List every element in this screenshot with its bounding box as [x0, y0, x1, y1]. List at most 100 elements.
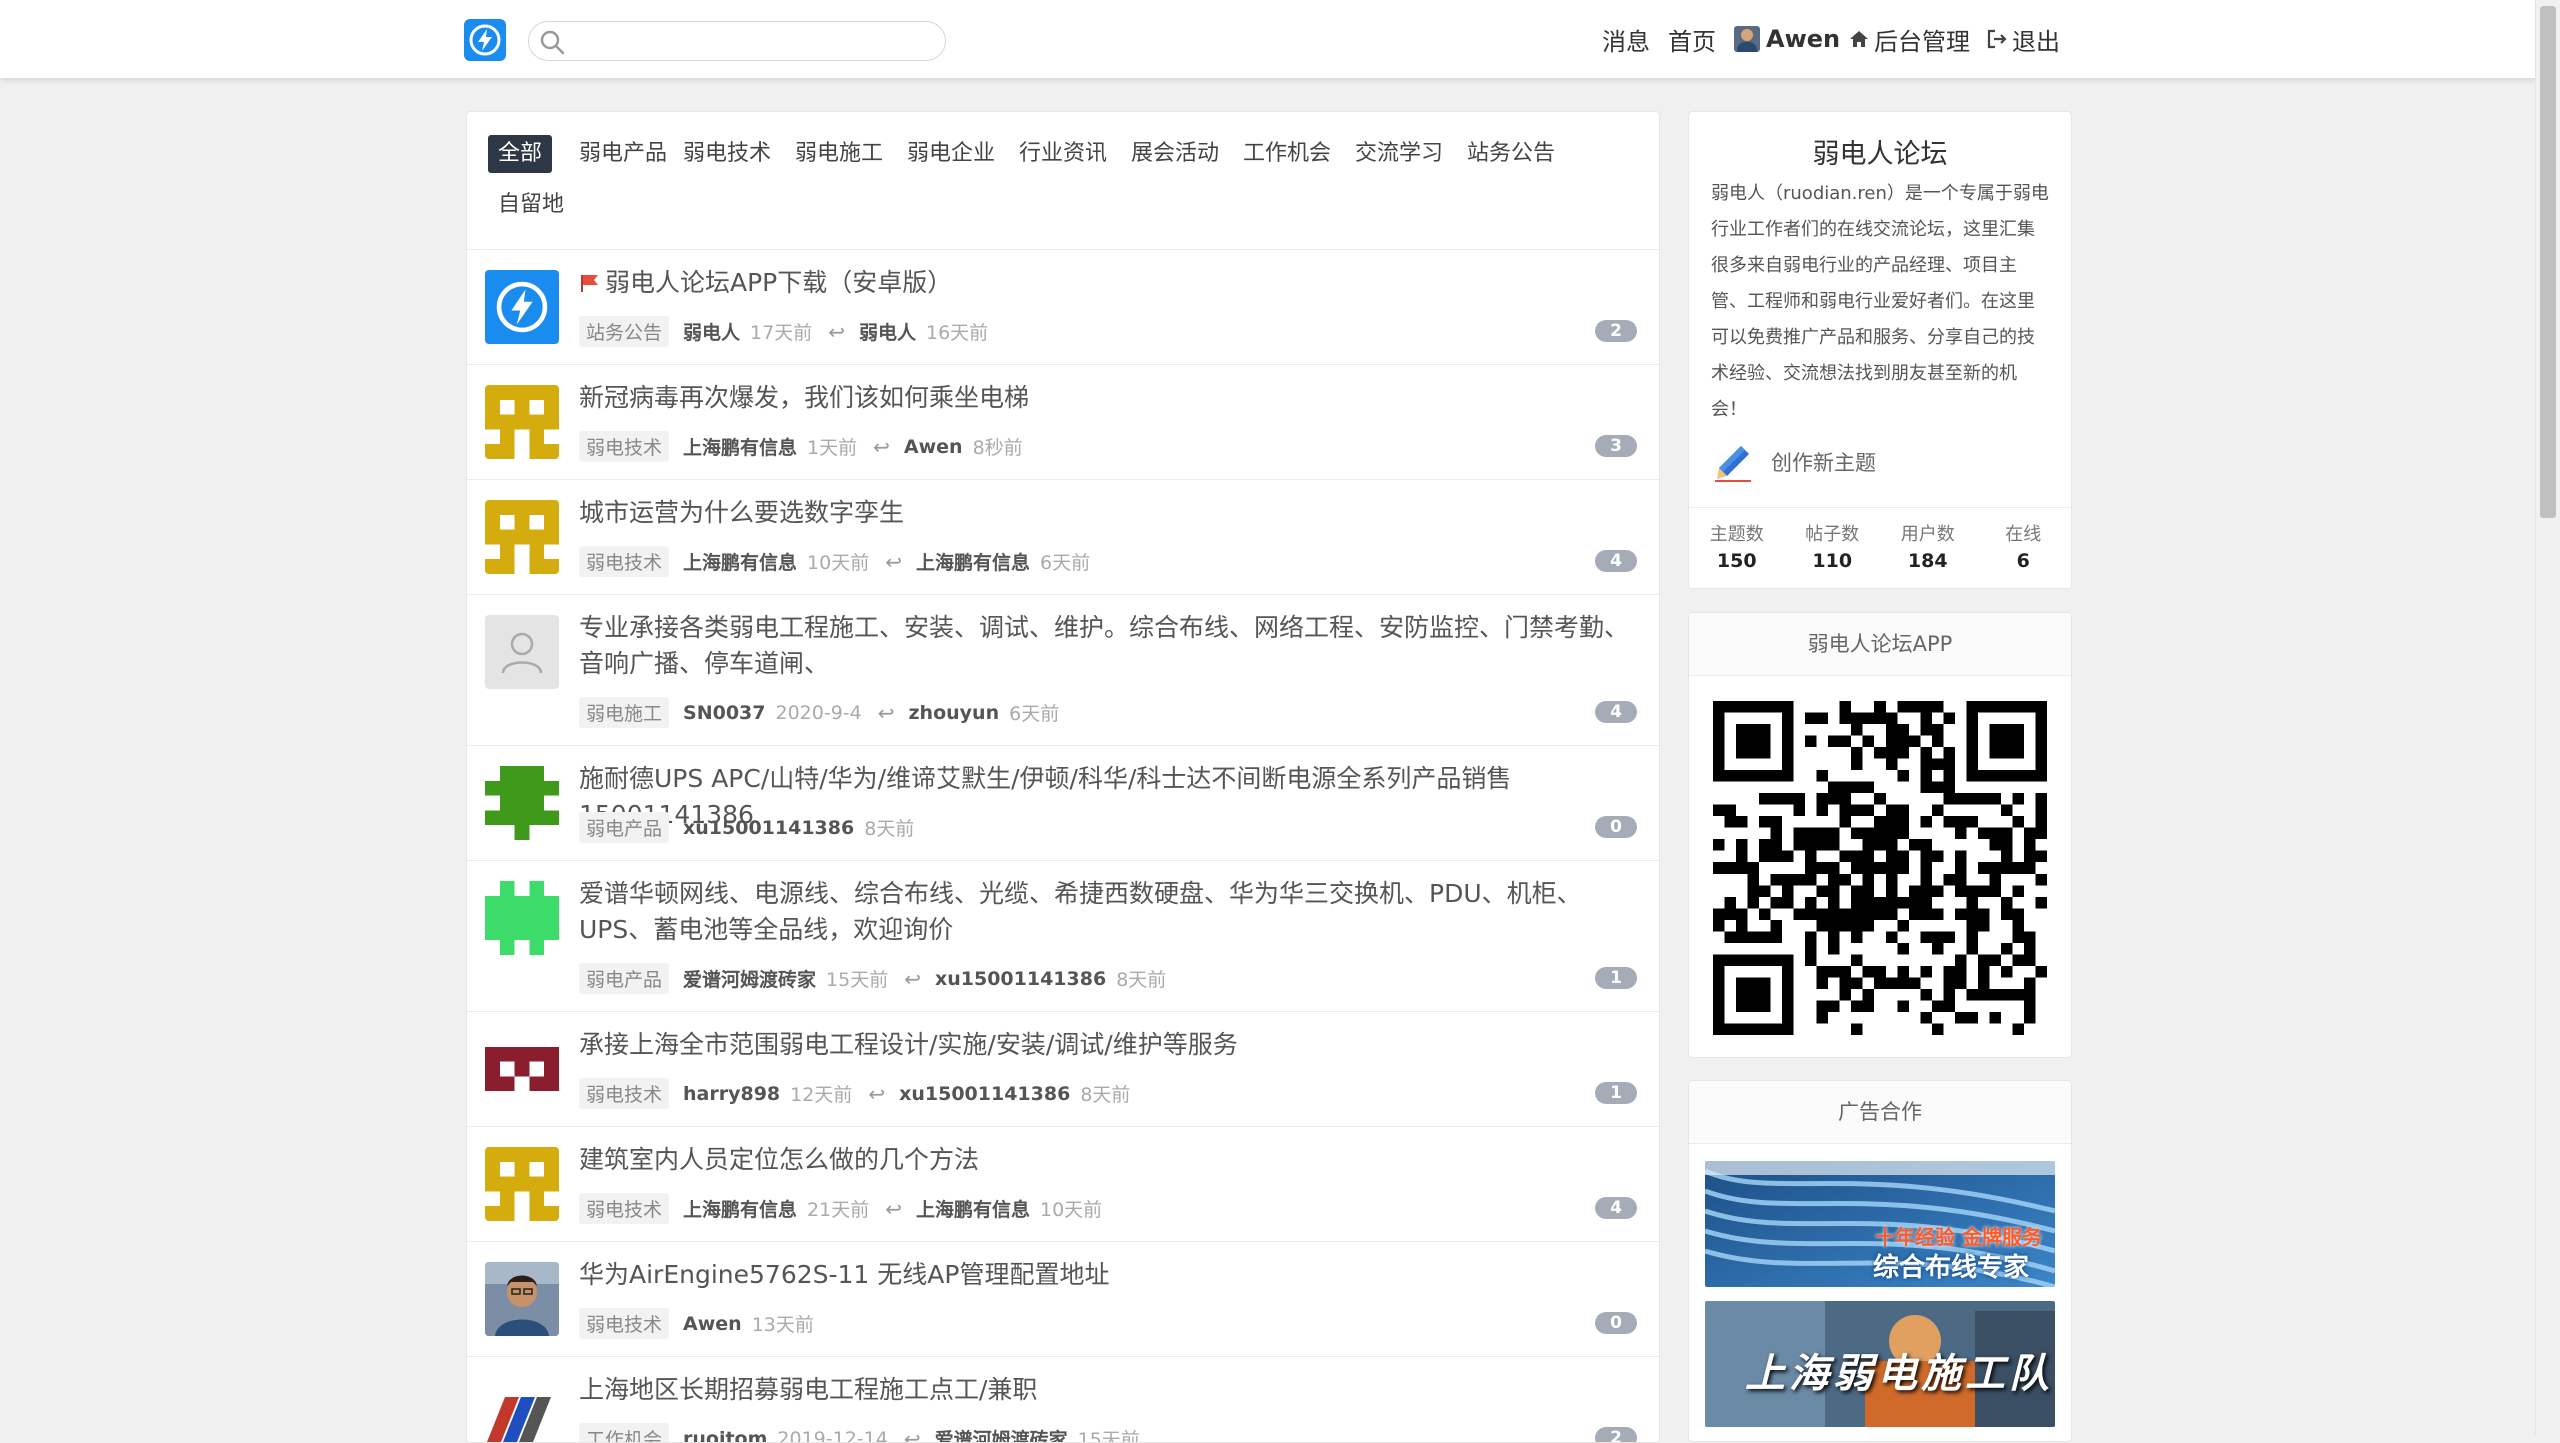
- stripes-logo-icon: [485, 1377, 559, 1443]
- topic-row[interactable]: 新冠病毒再次爆发，我们该如何乘坐电梯 弱电技术 上海鹏有信息 1天前 ↩ Awe…: [467, 365, 1659, 480]
- topic-title[interactable]: 上海地区长期招募弱电工程施工点工/兼职: [579, 1372, 1639, 1408]
- last-reply-user[interactable]: xu15001141386: [935, 968, 1106, 990]
- tab-technology[interactable]: 弱电技术: [673, 135, 781, 173]
- topic-title[interactable]: 弱电人论坛APP下载（安卓版）: [579, 265, 1639, 301]
- ad-banner-cabling[interactable]: 十年经验 金牌服务 综合布线专家: [1705, 1161, 2055, 1287]
- nav-logout[interactable]: 退出: [1986, 0, 2060, 78]
- topic-author[interactable]: 上海鹏有信息: [683, 548, 797, 575]
- topic-time: 17天前: [750, 318, 812, 345]
- topic-author[interactable]: 上海鹏有信息: [683, 1195, 797, 1222]
- topic-row[interactable]: 专业承接各类弱电工程施工、安装、调试、维护。综合布线、网络工程、安防监控、门禁考…: [467, 595, 1659, 746]
- tab-enterprise[interactable]: 弱电企业: [897, 135, 1005, 173]
- topic-author[interactable]: xu15001141386: [683, 817, 854, 839]
- tab-all[interactable]: 全部: [488, 135, 552, 173]
- topic-category-tag[interactable]: 站务公告: [579, 316, 669, 347]
- topic-avatar[interactable]: [485, 766, 559, 840]
- last-reply-user[interactable]: xu15001141386: [899, 1083, 1070, 1105]
- topic-title-text: 弱电人论坛APP下载（安卓版）: [605, 268, 952, 297]
- topic-avatar[interactable]: [485, 1262, 559, 1336]
- last-reply-user[interactable]: 上海鹏有信息: [916, 1195, 1030, 1222]
- topic-meta: 弱电技术 Awen 13天前: [579, 1308, 830, 1339]
- topic-title[interactable]: 建筑室内人员定位怎么做的几个方法: [579, 1142, 1639, 1178]
- qr-code[interactable]: [1713, 701, 2047, 1035]
- topic-row[interactable]: 施耐德UPS APC/山特/华为/维谛艾默生/伊顿/科华/科士达不间断电源全系列…: [467, 746, 1659, 861]
- reply-count-badge: 1: [1595, 967, 1637, 989]
- topic-title[interactable]: 新冠病毒再次爆发，我们该如何乘坐电梯: [579, 380, 1639, 416]
- topic-avatar[interactable]: [485, 1147, 559, 1221]
- search-box[interactable]: [528, 21, 946, 61]
- nav-user[interactable]: Awen: [1734, 0, 1840, 78]
- identicon-icon: [485, 1032, 559, 1106]
- topic-row[interactable]: 华为AirEngine5762S-11 无线AP管理配置地址 弱电技术 Awen…: [467, 1242, 1659, 1357]
- topic-title[interactable]: 承接上海全市范围弱电工程设计/实施/安装/调试/维护等服务: [579, 1027, 1639, 1063]
- topic-category-tag[interactable]: 弱电技术: [579, 1308, 669, 1339]
- last-reply-time: 15天前: [1078, 1425, 1140, 1443]
- topic-category-tag[interactable]: 弱电技术: [579, 1078, 669, 1109]
- nav-home[interactable]: 首页: [1668, 0, 1716, 78]
- last-reply-user[interactable]: 弱电人: [859, 318, 916, 345]
- search-input[interactable]: [573, 25, 937, 59]
- topic-category-tag[interactable]: 弱电产品: [579, 812, 669, 843]
- topic-time: 8天前: [864, 814, 914, 841]
- user-avatar: [1734, 26, 1760, 52]
- last-reply-user[interactable]: 爱谱河姆渡砖家: [935, 1425, 1068, 1443]
- topic-row[interactable]: 建筑室内人员定位怎么做的几个方法 弱电技术 上海鹏有信息 21天前 ↩ 上海鹏有…: [467, 1127, 1659, 1242]
- topic-row[interactable]: 上海地区长期招募弱电工程施工点工/兼职 工作机会 ruoitom 2019-12…: [467, 1357, 1659, 1443]
- topic-row[interactable]: 弱电人论坛APP下载（安卓版） 站务公告 弱电人 17天前 ↩ 弱电人 16天前…: [467, 250, 1659, 365]
- topic-avatar[interactable]: [485, 1377, 559, 1443]
- nav-messages[interactable]: 消息: [1602, 0, 1650, 78]
- stat-value: 184: [1880, 550, 1976, 572]
- topic-row[interactable]: 承接上海全市范围弱电工程设计/实施/安装/调试/维护等服务 弱电技术 harry…: [467, 1012, 1659, 1127]
- last-reply-user[interactable]: zhouyun: [909, 702, 1000, 724]
- last-reply-user[interactable]: Awen: [904, 436, 963, 458]
- topic-avatar[interactable]: [485, 270, 559, 344]
- scrollbar-thumb[interactable]: [2540, 6, 2556, 518]
- last-reply-user[interactable]: 上海鹏有信息: [916, 548, 1030, 575]
- topic-category-tag[interactable]: 弱电施工: [579, 697, 669, 728]
- topic-title[interactable]: 城市运营为什么要选数字孪生: [579, 495, 1639, 531]
- new-topic-label: 创作新主题: [1771, 447, 1876, 477]
- topic-author[interactable]: Awen: [683, 1313, 742, 1335]
- topic-avatar[interactable]: [485, 1032, 559, 1106]
- topic-author[interactable]: 弱电人: [683, 318, 740, 345]
- topic-author[interactable]: ruoitom: [683, 1428, 767, 1443]
- topic-category-tag[interactable]: 弱电产品: [579, 963, 669, 994]
- topic-author[interactable]: SN0037: [683, 702, 765, 724]
- topic-title[interactable]: 华为AirEngine5762S-11 无线AP管理配置地址: [579, 1257, 1639, 1293]
- topic-author[interactable]: harry898: [683, 1083, 780, 1105]
- topic-list-panel: 全部 弱电产品 弱电技术 弱电施工 弱电企业 行业资讯 展会活动 工作机会 交流…: [466, 111, 1660, 1443]
- topic-avatar[interactable]: [485, 385, 559, 459]
- tab-learning[interactable]: 交流学习: [1345, 135, 1453, 173]
- topic-category-tag[interactable]: 弱电技术: [579, 546, 669, 577]
- tab-misc[interactable]: 自留地: [488, 186, 574, 224]
- site-logo[interactable]: [464, 19, 506, 61]
- topic-meta: 站务公告 弱电人 17天前 ↩ 弱电人 16天前: [579, 316, 1004, 347]
- topic-avatar[interactable]: [485, 881, 559, 955]
- tab-construction[interactable]: 弱电施工: [785, 135, 893, 173]
- topic-title[interactable]: 专业承接各类弱电工程施工、安装、调试、维护。综合布线、网络工程、安防监控、门禁考…: [579, 610, 1639, 682]
- pencil-icon: [1713, 442, 1753, 482]
- topic-author[interactable]: 上海鹏有信息: [683, 433, 797, 460]
- topic-title[interactable]: 爱谱华顿网线、电源线、综合布线、光缆、希捷西数硬盘、华为华三交换机、PDU、机柜…: [579, 876, 1639, 948]
- last-reply-time: 8天前: [1116, 965, 1166, 992]
- topic-row[interactable]: 爱谱华顿网线、电源线、综合布线、光缆、希捷西数硬盘、华为华三交换机、PDU、机柜…: [467, 861, 1659, 1012]
- ad-banner-team[interactable]: 上海弱电施工队: [1705, 1301, 2055, 1427]
- nav-admin-label: 后台管理: [1874, 22, 1970, 57]
- tab-events[interactable]: 展会活动: [1121, 135, 1229, 173]
- tab-news[interactable]: 行业资讯: [1009, 135, 1117, 173]
- topic-avatar[interactable]: [485, 500, 559, 574]
- new-topic-button[interactable]: 创作新主题: [1713, 442, 1876, 482]
- page-scrollbar[interactable]: [2535, 0, 2560, 1435]
- topic-category-tag[interactable]: 工作机会: [579, 1423, 669, 1443]
- topic-category-tag[interactable]: 弱电技术: [579, 1193, 669, 1224]
- tab-products[interactable]: 弱电产品: [569, 135, 677, 173]
- topic-category-tag[interactable]: 弱电技术: [579, 431, 669, 462]
- tab-jobs[interactable]: 工作机会: [1233, 135, 1341, 173]
- topic-avatar[interactable]: [485, 615, 559, 689]
- forum-description: 弱电人（ruodian.ren）是一个专属于弱电行业工作者们的在线交流论坛，这里…: [1711, 176, 2051, 428]
- tab-announcements[interactable]: 站务公告: [1457, 135, 1565, 173]
- stat-label: 主题数: [1689, 520, 1785, 546]
- topic-row[interactable]: 城市运营为什么要选数字孪生 弱电技术 上海鹏有信息 10天前 ↩ 上海鹏有信息 …: [467, 480, 1659, 595]
- nav-admin[interactable]: 后台管理: [1848, 0, 1970, 78]
- topic-author[interactable]: 爱谱河姆渡砖家: [683, 965, 816, 992]
